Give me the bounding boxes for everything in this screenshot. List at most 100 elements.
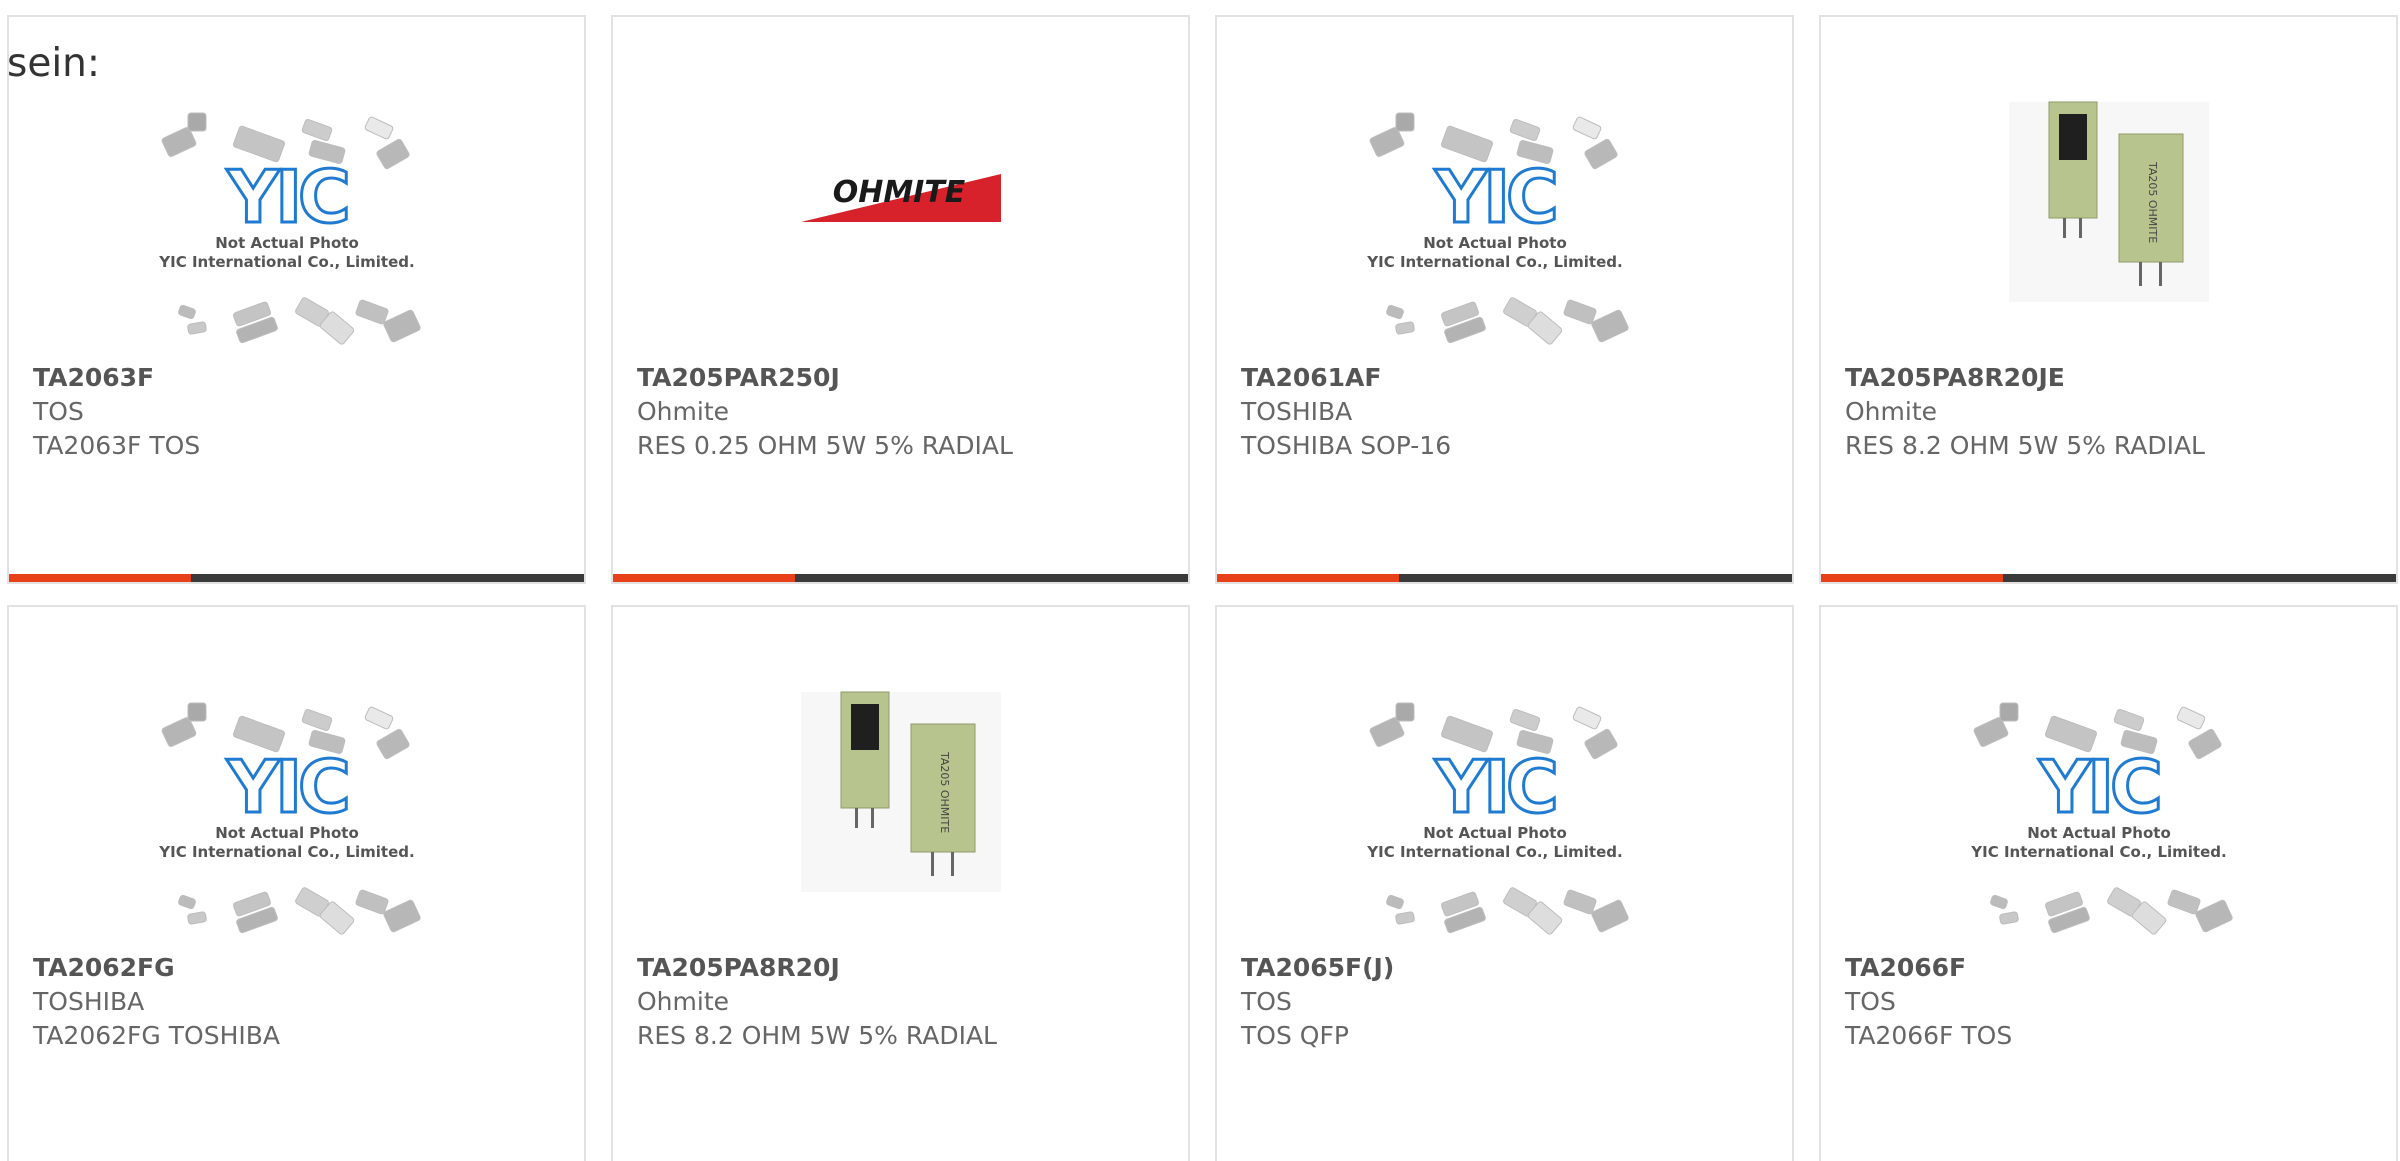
product-listing-page: YIC Not Actual Photo YIC International Co.…: [0, 0, 2400, 1161]
product-info: TA2061AF TOSHIBA TOSHIBA SOP-16: [1241, 361, 1772, 463]
product-part-number[interactable]: TA205PA8R20J: [637, 951, 1168, 985]
product-card[interactable]: YIC Not Actual Photo YIC International Co.…: [1215, 605, 1794, 1161]
product-manufacturer: Ohmite: [637, 397, 730, 426]
product-description: RES 0.25 OHM 5W 5% RADIAL: [637, 431, 1013, 460]
placeholder-caption-line2: YIC International Co., Limited.: [1970, 843, 2226, 861]
product-description: TA2063F TOS: [33, 431, 201, 460]
chip-package-icon: [1989, 894, 2008, 910]
ohmite-logo-image: OHMITE: [800, 174, 1001, 222]
product-image[interactable]: YIC Not Actual Photo YIC International Co.…: [147, 92, 447, 372]
product-card[interactable]: TA205 OHMITE TA205PA8R20J Ohmite RES 8.2 OH…: [611, 605, 1190, 1161]
chip-package-icon: [1563, 889, 1596, 915]
resistor-marking: [2058, 114, 2087, 160]
chip-package-icon: [186, 911, 207, 925]
chip-package-icon: [375, 728, 410, 760]
product-image[interactable]: TA205 OHMITE: [751, 682, 1051, 962]
chip-package-icon: [1385, 304, 1404, 320]
product-part-number[interactable]: TA2065F(J): [1241, 951, 1772, 985]
product-manufacturer: TOS: [1845, 987, 1896, 1016]
product-description: RES 8.2 OHM 5W 5% RADIAL: [637, 1021, 997, 1050]
yic-placeholder-image: YICNot Actual PhotoYIC International Co.…: [1366, 112, 1629, 345]
resistor-photo-image: TA205 OHMITE: [800, 691, 1001, 892]
resistor-lead: [854, 808, 858, 828]
resistor-lead: [2062, 218, 2066, 238]
product-card[interactable]: OHMITE TA205PAR250J Ohmite RES 0.25 OHM 5W …: [611, 15, 1190, 584]
chip-package-icon: [186, 321, 207, 335]
chip-package-icon: [375, 138, 410, 170]
product-card[interactable]: YIC Not Actual Photo YIC International Co.…: [7, 15, 586, 584]
yic-logo-icon: YIC: [2038, 745, 2159, 829]
card-accent-bar: [613, 574, 795, 582]
placeholder-caption-line2: YIC International Co., Limited.: [1366, 843, 1622, 861]
resistor-lead: [2158, 262, 2162, 286]
product-manufacturer: Ohmite: [637, 987, 730, 1016]
placeholder-caption-line1: Not Actual Photo: [215, 234, 359, 252]
product-description: TOSHIBA SOP-16: [1241, 431, 1452, 460]
product-card[interactable]: TA205 OHMITE TA205PA8R20JE Ohmite RES 8.2 O…: [1819, 15, 2398, 584]
product-image[interactable]: YIC Not Actual Photo YIC International Co.…: [1959, 682, 2259, 962]
chip-package-icon: [1395, 112, 1414, 132]
product-manufacturer: TOS: [33, 397, 84, 426]
card-accent-bar: [1217, 574, 1399, 582]
chip-package-icon: [1509, 708, 1540, 732]
yic-placeholder-image: YICNot Actual PhotoYIC International Co.…: [1970, 702, 2233, 935]
product-part-number[interactable]: TA2066F: [1845, 951, 2376, 985]
chip-package-icon: [364, 706, 393, 730]
placeholder-caption-line2: YIC International Co., Limited.: [158, 253, 414, 271]
placeholder-caption-line1: Not Actual Photo: [2027, 824, 2171, 842]
product-part-number[interactable]: TA2063F: [33, 361, 564, 395]
chip-package-icon: [1590, 899, 1629, 933]
resistor-lead: [930, 852, 934, 876]
product-image[interactable]: OHMITE: [751, 92, 1051, 372]
placeholder-caption-line1: Not Actual Photo: [1423, 234, 1567, 252]
card-hover-bar: [9, 574, 584, 582]
chip-package-icon: [301, 708, 332, 732]
resistor-lead: [2078, 218, 2082, 238]
chip-package-icon: [364, 116, 393, 140]
product-info: TA2066F TOS TA2066F TOS: [1845, 951, 2376, 1053]
product-image[interactable]: YIC Not Actual Photo YIC International Co.…: [1355, 92, 1655, 372]
product-description: TA2062FG TOSHIBA: [33, 1021, 280, 1050]
chip-package-icon: [1385, 894, 1404, 910]
resistor-marking-text: TA205 OHMITE: [2146, 161, 2159, 243]
placeholder-caption-line2: YIC International Co., Limited.: [1366, 253, 1622, 271]
chip-package-icon: [1563, 299, 1596, 325]
chip-package-icon: [1394, 321, 1415, 335]
chip-package-icon: [1395, 702, 1414, 722]
chip-package-icon: [177, 894, 196, 910]
resistor-marking: [850, 704, 879, 750]
resistor-lead: [2138, 262, 2142, 286]
product-card[interactable]: YIC Not Actual Photo YIC International Co.…: [1215, 15, 1794, 584]
chip-package-icon: [1509, 118, 1540, 142]
product-part-number[interactable]: TA205PA8R20JE: [1845, 361, 2376, 395]
chip-package-icon: [1590, 309, 1629, 343]
product-info: TA2065F(J) TOS TOS QFP: [1241, 951, 1772, 1053]
placeholder-caption-line2: YIC International Co., Limited.: [158, 843, 414, 861]
product-image[interactable]: YIC Not Actual Photo YIC International Co.…: [147, 682, 447, 962]
product-info: TA205PA8R20JE Ohmite RES 8.2 OHM 5W 5% RAD…: [1845, 361, 2376, 463]
product-description: TA2066F TOS: [1845, 1021, 2013, 1050]
chip-package-icon: [1998, 911, 2019, 925]
chip-package-icon: [1583, 728, 1618, 760]
chip-package-icon: [1999, 702, 2018, 722]
product-part-number[interactable]: TA2062FG: [33, 951, 564, 985]
resistor-photo-image: TA205 OHMITE: [2008, 101, 2209, 302]
card-accent-bar: [1821, 574, 2003, 582]
product-card[interactable]: YIC Not Actual Photo YIC International Co.…: [7, 605, 586, 1161]
chip-package-icon: [1394, 911, 1415, 925]
product-image[interactable]: YIC Not Actual Photo YIC International Co.…: [1355, 682, 1655, 962]
product-part-number[interactable]: TA205PAR250J: [637, 361, 1168, 395]
yic-logo-icon: YIC: [1434, 745, 1555, 829]
placeholder-caption-line1: Not Actual Photo: [215, 824, 359, 842]
product-image[interactable]: TA205 OHMITE: [1959, 92, 2259, 372]
yic-logo-icon: YIC: [1434, 155, 1555, 239]
chip-package-icon: [1583, 138, 1618, 170]
product-info: TA205PAR250J Ohmite RES 0.25 OHM 5W 5% RAD…: [637, 361, 1168, 463]
product-card[interactable]: YIC Not Actual Photo YIC International Co.…: [1819, 605, 2398, 1161]
chip-package-icon: [187, 702, 206, 722]
product-part-number[interactable]: TA2061AF: [1241, 361, 1772, 395]
chip-package-icon: [2176, 706, 2205, 730]
yic-placeholder-image: YICNot Actual PhotoYIC International Co.…: [1366, 702, 1629, 935]
chip-package-icon: [2187, 728, 2222, 760]
card-accent-bar: [9, 574, 191, 582]
